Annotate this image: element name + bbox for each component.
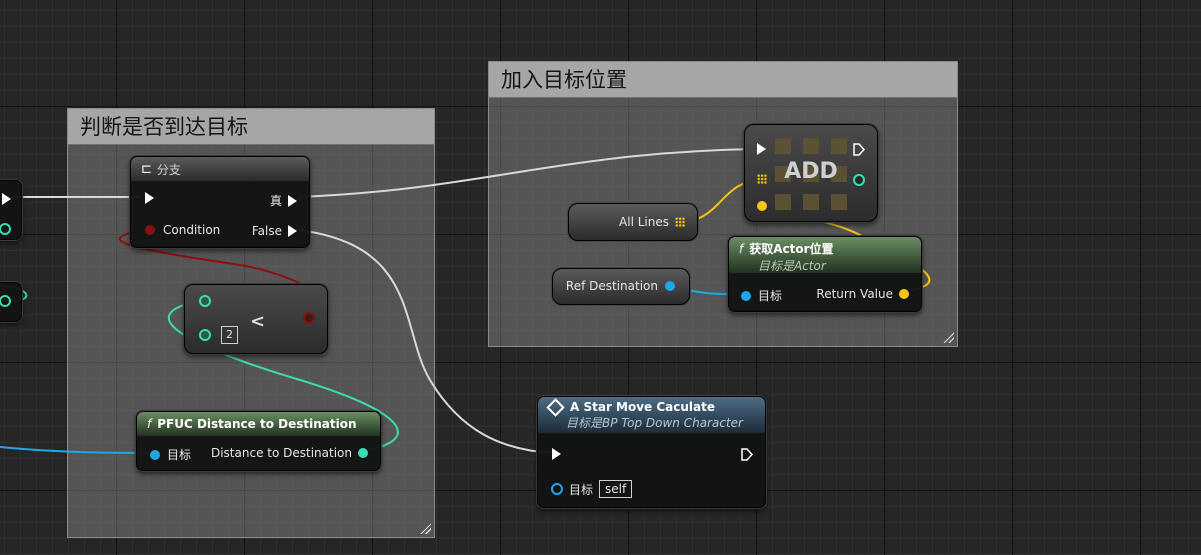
branch-title: 分支 <box>156 162 181 177</box>
float-pin-icon <box>0 223 11 235</box>
exec-out-icon <box>288 225 297 237</box>
astar-self-field[interactable]: self <box>599 480 633 498</box>
all-lines-output-pin[interactable]: All Lines <box>619 215 685 229</box>
branch-true-pin[interactable]: 真 <box>270 192 297 209</box>
add-exec-in-pin[interactable] <box>757 143 766 155</box>
pfuc-header[interactable]: f PFUC Distance to Destination <box>137 412 380 436</box>
astar-subtitle: 目标是BP Top Down Character <box>566 416 743 430</box>
pfuc-output-label: Distance to Destination <box>210 446 352 460</box>
offscreen-float-out-pin[interactable] <box>0 223 11 235</box>
pfuc-target-pin[interactable]: 目标 <box>150 446 191 463</box>
function-icon: f <box>147 417 152 431</box>
exec-out-icon <box>288 194 297 207</box>
comment-reach-target-title[interactable]: 判断是否到达目标 <box>68 109 434 145</box>
pfuc-target-label: 目标 <box>167 448 192 462</box>
compare-operator-label: < <box>250 311 266 332</box>
add-item-pin[interactable] <box>757 201 767 211</box>
offscreen-exec-out-pin[interactable] <box>2 193 11 205</box>
get-actor-location-node[interactable]: f 获取Actor位置 目标是Actor 目标 Return Value <box>728 236 922 312</box>
vector-pin-icon <box>757 201 767 211</box>
compare-operator: < <box>250 311 265 332</box>
object-pin-icon <box>665 281 675 291</box>
float-pin-icon <box>199 295 211 307</box>
astar-move-node[interactable]: A Star Move Caculate 目标是BP Top Down Char… <box>537 396 766 508</box>
exec-in-icon <box>145 192 154 204</box>
astar-target-pin[interactable]: 目标 self <box>551 480 633 498</box>
compare-output-pin[interactable] <box>303 312 315 324</box>
branch-false-label: False <box>251 224 282 238</box>
add-array-pin[interactable] <box>757 174 767 184</box>
pfuc-title: PFUC Distance to Destination <box>157 417 357 431</box>
all-lines-label: All Lines <box>619 215 669 229</box>
get-actor-subtitle: 目标是Actor <box>758 259 826 273</box>
branch-icon: ⊏ <box>141 161 152 177</box>
astar-title: A Star Move Caculate <box>570 400 716 414</box>
branch-true-label: 真 <box>269 194 282 208</box>
object-pin-icon <box>150 449 160 460</box>
vector-pin-icon <box>899 289 909 299</box>
add-exec-out-pin[interactable] <box>853 143 865 156</box>
branch-exec-in-pin[interactable] <box>145 192 154 204</box>
all-lines-variable-node[interactable]: All Lines <box>568 203 698 241</box>
get-actor-return-pin[interactable]: Return Value <box>816 287 909 301</box>
compare-input-b-pin[interactable]: 2 <box>199 326 238 344</box>
ref-destination-label: Ref Destination <box>565 279 658 293</box>
exec-out-outline-icon <box>741 448 753 461</box>
get-actor-title: 获取Actor位置 <box>749 242 834 256</box>
pfuc-distance-node[interactable]: f PFUC Distance to Destination 目标 Distan… <box>136 411 381 471</box>
offscreen-node-2[interactable] <box>0 282 22 322</box>
compare-input-a-pin[interactable] <box>199 295 211 307</box>
astar-target-label: 目标 <box>569 482 594 497</box>
pfuc-output-pin[interactable]: Distance to Destination <box>211 446 368 460</box>
exec-in-icon <box>757 143 766 155</box>
ref-destination-output-pin[interactable]: Ref Destination <box>566 279 675 293</box>
bool-pin-icon <box>303 312 315 324</box>
astar-exec-out-pin[interactable] <box>741 448 753 461</box>
compare-node[interactable]: 2 < <box>184 284 328 354</box>
float-pin-icon <box>358 448 368 458</box>
get-actor-target-label: 目标 <box>758 289 783 303</box>
astar-exec-in-pin[interactable] <box>552 448 561 460</box>
get-actor-return-label: Return Value <box>816 287 893 301</box>
array-add-node[interactable]: ADD <box>744 124 878 222</box>
exec-out-icon <box>2 193 11 205</box>
array-pin-icon <box>757 174 767 184</box>
branch-header[interactable]: ⊏ 分支 <box>131 157 309 181</box>
add-index-out-pin[interactable] <box>853 174 865 186</box>
ref-destination-variable-node[interactable]: Ref Destination <box>552 268 690 305</box>
bool-pin-icon <box>145 225 155 235</box>
branch-false-pin[interactable]: False <box>252 224 297 238</box>
get-actor-target-pin[interactable]: 目标 <box>741 287 782 304</box>
object-pin-icon <box>551 483 563 495</box>
astar-header[interactable]: A Star Move Caculate 目标是BP Top Down Char… <box>538 397 765 433</box>
exec-in-icon <box>552 448 561 460</box>
resize-grip-icon[interactable] <box>942 331 954 343</box>
offscreen-float-out-pin-2[interactable] <box>0 295 11 307</box>
array-pin-icon <box>675 217 685 227</box>
offscreen-node-1[interactable] <box>0 180 22 240</box>
comment-add-position-title[interactable]: 加入目标位置 <box>489 62 957 98</box>
branch-condition-pin[interactable]: Condition <box>145 223 220 237</box>
exec-out-outline-icon <box>853 143 865 156</box>
compare-value-field[interactable]: 2 <box>221 326 238 344</box>
get-actor-header[interactable]: f 获取Actor位置 目标是Actor <box>729 237 921 273</box>
float-pin-icon <box>199 329 211 341</box>
float-pin-icon <box>0 295 11 307</box>
resize-grip-icon[interactable] <box>419 522 431 534</box>
object-pin-icon <box>741 290 751 301</box>
branch-node[interactable]: ⊏ 分支 真 Condition False <box>130 156 310 248</box>
int-pin-icon <box>853 174 865 186</box>
function-icon: f <box>739 241 744 256</box>
branch-condition-label: Condition <box>163 223 221 237</box>
